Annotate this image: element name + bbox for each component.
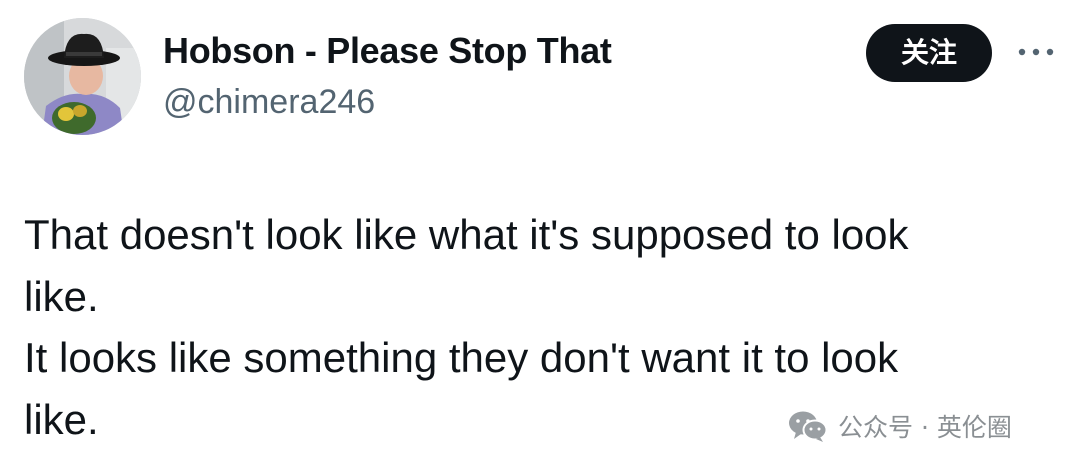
tweet-text-line: like. [24,272,99,320]
tweet-text-line: It looks like something they don't want … [24,334,899,381]
author-handle[interactable]: @chimera246 [163,80,375,124]
more-horizontal-icon [1018,48,1054,56]
watermark-text: 公众号 · 英伦圈 [838,413,1012,442]
wechat-icon [789,411,828,442]
follow-button[interactable]: 关注 [866,24,992,82]
more-button[interactable] [1014,34,1058,70]
avatar-cowboy-photo-icon [24,18,141,135]
watermark: 公众号 · 英伦圈 [788,406,1012,446]
tweet-text-line: That doesn't look like what it's suppose… [24,211,909,258]
author-display-name[interactable]: Hobson - Please Stop That [163,28,612,74]
author-avatar[interactable] [24,18,141,135]
